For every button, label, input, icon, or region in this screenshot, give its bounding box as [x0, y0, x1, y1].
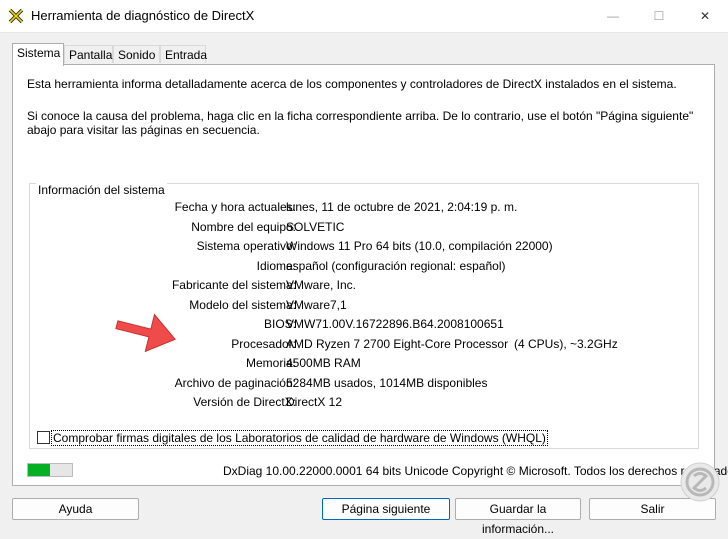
info-value: VMW71.00V.16722896.B64.2008100651 — [286, 317, 504, 331]
whql-checkbox[interactable] — [37, 431, 50, 444]
info-label: Fecha y hora actuales: — [174, 200, 296, 214]
intro-text: Esta herramienta informa detalladamente … — [27, 77, 707, 155]
solvetic-logo-icon — [680, 462, 720, 502]
info-value: AMD Ryzen 7 2700 Eight-Core Processor — [286, 336, 509, 351]
help-button[interactable]: Ayuda — [12, 498, 139, 520]
intro-line-2: Si conoce la causa del problema, haga cl… — [27, 109, 694, 137]
tab-entrada[interactable]: Entrada — [160, 45, 207, 63]
info-row-directx: Versión de DirectX: DirectX 12 — [30, 395, 700, 414]
directx-x-icon — [8, 8, 24, 24]
intro-line-1: Esta herramienta informa detalladamente … — [27, 77, 677, 91]
progress-bar — [27, 463, 73, 477]
minimize-button[interactable]: — — [590, 0, 636, 32]
progress-fill — [28, 464, 50, 476]
tab-pantalla[interactable]: Pantalla — [64, 45, 113, 63]
info-value-extra: (4 CPUs), ~3.2GHz — [514, 336, 618, 351]
info-value: VMware, Inc. — [286, 278, 357, 292]
info-label: Sistema operativo: — [196, 239, 296, 253]
info-label: Modelo del sistema: — [189, 297, 296, 312]
title-bar: Herramienta de diagnóstico de DirectX — … — [0, 0, 728, 33]
info-row-memory: Memoria: 4500MB RAM — [30, 356, 700, 375]
window-title: Herramienta de diagnóstico de DirectX — [31, 8, 255, 23]
copyright-text: DxDiag 10.00.22000.0001 64 bits Unicode … — [223, 464, 728, 478]
system-tab-panel: Esta herramienta informa detalladamente … — [12, 64, 715, 486]
info-label: Archivo de paginación: — [174, 375, 296, 390]
next-page-button[interactable]: Página siguiente — [322, 498, 450, 520]
info-row-language: Idioma: español (configuración regional:… — [30, 259, 700, 278]
info-value: lunes, 11 de octubre de 2021, 2:04:19 p.… — [286, 200, 518, 214]
info-row-os: Sistema operativo: Windows 11 Pro 64 bit… — [30, 239, 700, 258]
save-info-button[interactable]: Guardar la información... — [455, 498, 581, 536]
info-value: DirectX 12 — [286, 395, 343, 409]
info-value: español (configuración regional: español… — [286, 258, 506, 273]
red-arrow-icon — [115, 313, 176, 353]
info-value: 4500MB RAM — [286, 356, 361, 370]
info-row-paging: Archivo de paginación: 5284MB usados, 10… — [30, 376, 700, 395]
info-value: SOLVETIC — [286, 219, 345, 234]
info-row-manufacturer: Fabricante del sistema: VMware, Inc. — [30, 278, 700, 297]
info-row-date: Fecha y hora actuales: lunes, 11 de octu… — [30, 200, 700, 219]
close-button[interactable]: ✕ — [682, 0, 728, 32]
maximize-icon: ☐ — [653, 9, 665, 23]
info-label: Fabricante del sistema: — [171, 278, 296, 292]
info-row-computer: Nombre del equipo: SOLVETIC — [30, 220, 700, 239]
minimize-icon: — — [607, 9, 619, 23]
info-value: 5284MB usados, 1014MB disponibles — [286, 375, 488, 390]
tab-sonido[interactable]: Sonido — [113, 45, 160, 63]
close-icon: ✕ — [699, 9, 711, 23]
info-label: Versión de DirectX: — [193, 395, 296, 409]
info-label: Nombre del equipo: — [191, 219, 296, 234]
tab-sistema[interactable]: Sistema — [12, 43, 64, 66]
whql-label[interactable]: Comprobar firmas digitales de los Labora… — [51, 430, 548, 446]
group-title: Información del sistema — [36, 183, 167, 197]
info-value: VMware7,1 — [286, 297, 347, 312]
info-value: Windows 11 Pro 64 bits (10.0, compilació… — [286, 239, 553, 253]
maximize-button[interactable]: ☐ — [636, 0, 682, 32]
